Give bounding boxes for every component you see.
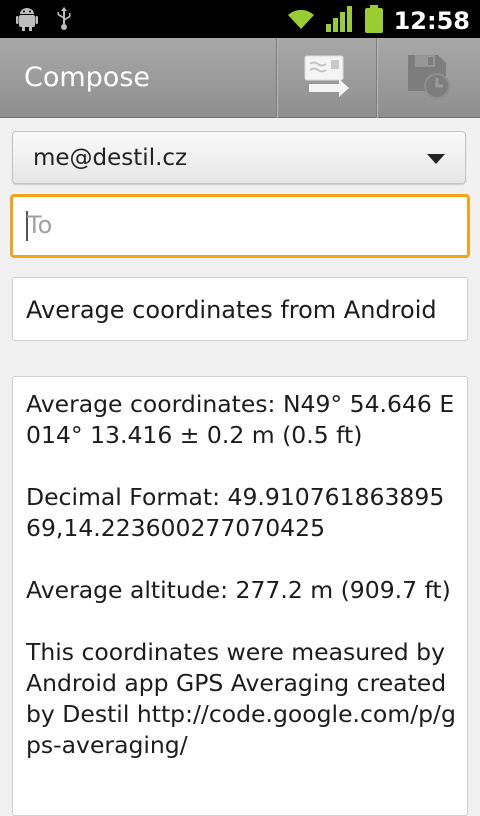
body-paragraph: Average altitude: 277.2 m (909.7 ft) xyxy=(26,576,451,604)
to-field[interactable] xyxy=(10,194,470,258)
save-draft-button[interactable] xyxy=(376,38,480,118)
body-paragraph: Decimal Format: 49.91076186389569,14.223… xyxy=(26,483,445,542)
signal-icon xyxy=(325,6,354,36)
body-paragraph: This coordinates were measured by Androi… xyxy=(26,638,456,759)
wifi-icon xyxy=(286,7,316,35)
message-body: Average coordinates: N49° 54.646 E014° 1… xyxy=(26,389,458,792)
send-message-icon xyxy=(303,54,351,102)
action-bar: Compose xyxy=(0,38,480,118)
chevron-down-icon xyxy=(427,154,445,164)
usb-icon xyxy=(56,7,72,35)
page-title: Compose xyxy=(24,62,151,93)
battery-icon xyxy=(364,5,384,37)
android-debug-icon xyxy=(16,7,38,35)
subject-value: Average coordinates from Android xyxy=(26,296,437,324)
subject-field[interactable]: Average coordinates from Android xyxy=(12,277,468,341)
save-draft-icon xyxy=(404,51,454,105)
from-account-spinner[interactable]: me@destil.cz xyxy=(12,131,466,184)
send-button[interactable] xyxy=(276,38,376,118)
body-paragraph: Average coordinates: N49° 54.646 E014° 1… xyxy=(26,390,455,449)
status-bar: 12:58 xyxy=(0,0,480,38)
from-account-value: me@destil.cz xyxy=(33,145,188,171)
status-time: 12:58 xyxy=(393,7,470,35)
message-body-field[interactable]: Average coordinates: N49° 54.646 E014° 1… xyxy=(12,376,468,816)
to-input[interactable] xyxy=(23,205,453,245)
